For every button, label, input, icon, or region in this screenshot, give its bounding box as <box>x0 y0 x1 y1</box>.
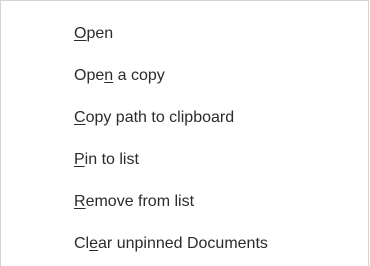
menu-item-label-pre: Ope <box>74 67 105 84</box>
menu-item-label-post: ar unpinned Documents <box>98 235 268 252</box>
access-key: C <box>74 109 86 126</box>
access-key: O <box>74 25 87 42</box>
menu-item-clear-unpinned-documents[interactable]: Clear unpinned Documents <box>1 227 368 261</box>
access-key: e <box>89 235 99 252</box>
menu-item-label-post: opy path to clipboard <box>85 109 235 126</box>
menu-item-label-post: pen <box>86 25 114 42</box>
menu-item-remove-from-list[interactable]: Remove from list <box>1 185 368 219</box>
access-key: R <box>74 193 86 210</box>
menu-item-open[interactable]: Open <box>1 17 368 51</box>
menu-item-pin-to-list[interactable]: Pin to list <box>1 143 368 177</box>
access-key: P <box>74 151 85 168</box>
menu-item-label-post: in to list <box>84 151 139 168</box>
access-key: n <box>104 67 114 84</box>
context-menu: Open Open a copy Copy path to clipboard … <box>0 0 369 266</box>
menu-item-label-post: a copy <box>113 67 165 84</box>
menu-item-open-a-copy[interactable]: Open a copy <box>1 59 368 93</box>
menu-item-label-post: emove from list <box>85 193 195 210</box>
menu-item-copy-path-to-clipboard[interactable]: Copy path to clipboard <box>1 101 368 135</box>
menu-item-label-pre: Cl <box>74 235 90 252</box>
